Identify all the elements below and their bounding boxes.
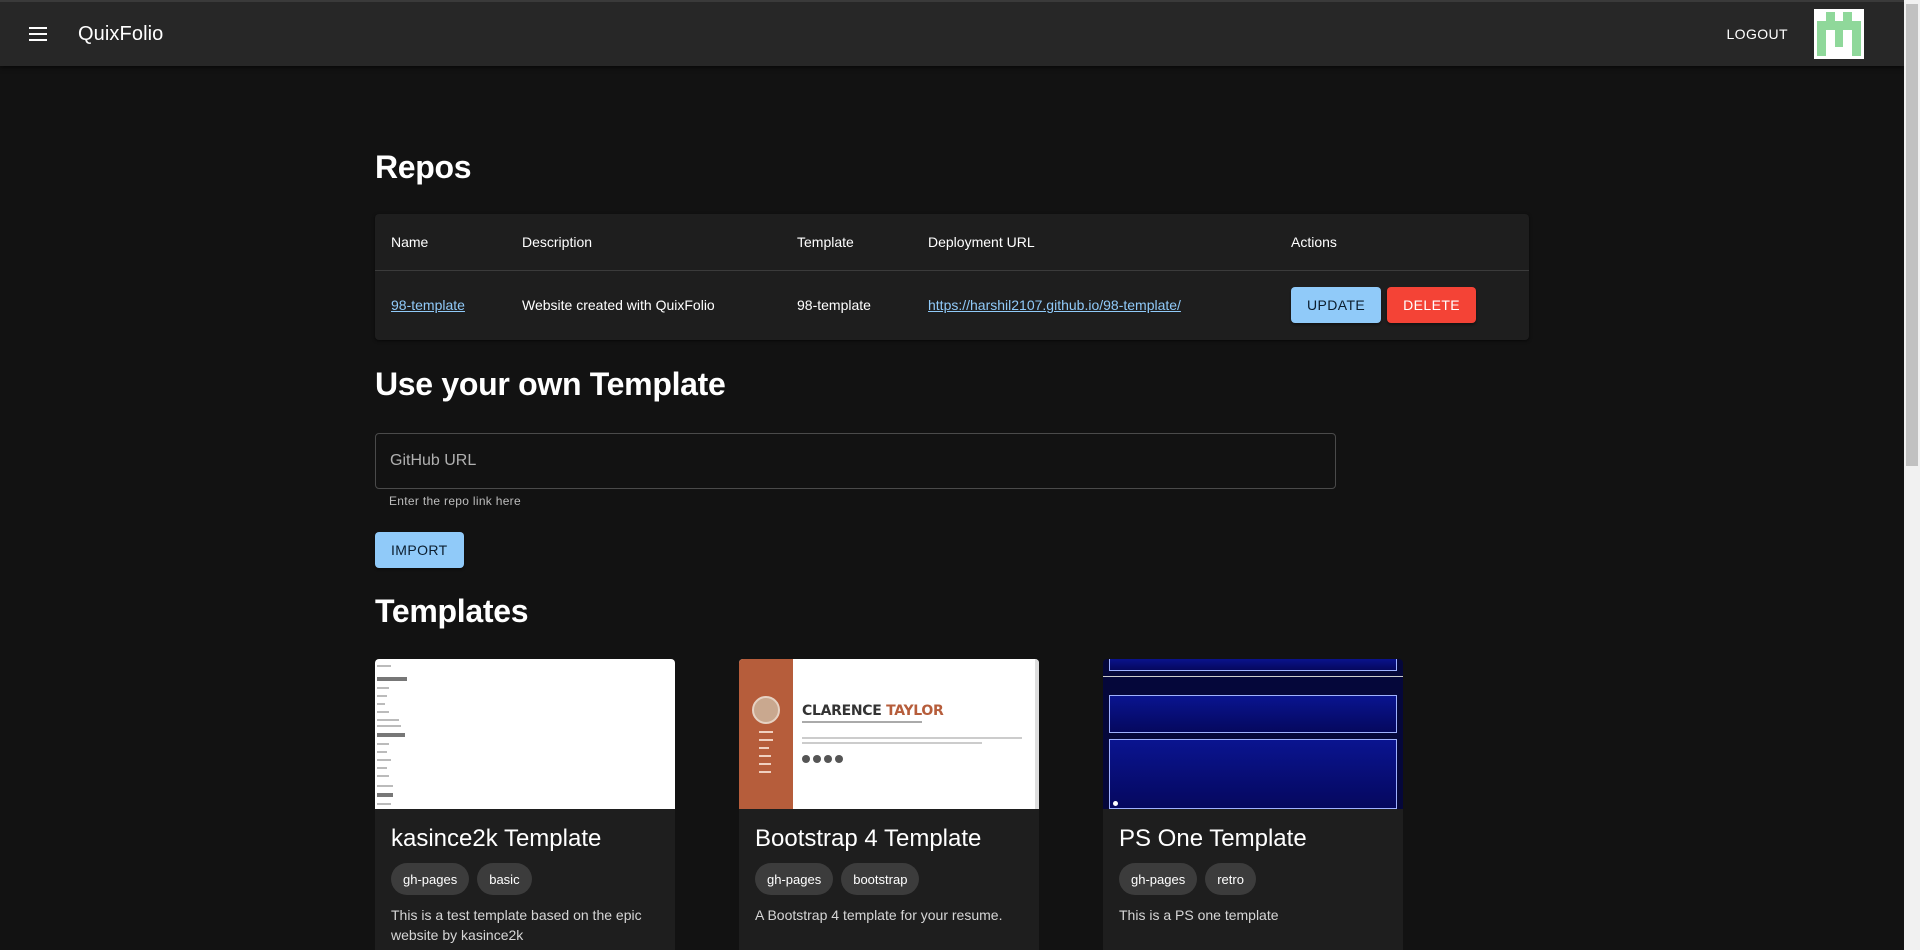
column-header-description: Description — [506, 214, 781, 271]
delete-button[interactable]: DELETE — [1387, 287, 1477, 324]
column-header-template: Template — [781, 214, 912, 271]
own-template-heading: Use your own Template — [375, 366, 726, 402]
import-button[interactable]: IMPORT — [375, 532, 464, 568]
update-button[interactable]: UPDATE — [1291, 287, 1382, 324]
template-card-ps-one[interactable]: PS One Template gh-pages retro This is a… — [1103, 659, 1403, 950]
templates-heading: Templates — [375, 593, 529, 629]
preview-name: CLARENCE TAYLOR — [802, 703, 944, 719]
template-card-kasince2k[interactable]: kasince2k Template gh-pages basic This i… — [375, 659, 675, 950]
deployment-url-link[interactable]: https://harshil2107.github.io/98-templat… — [928, 297, 1181, 313]
tag-chip[interactable]: gh-pages — [755, 863, 834, 895]
tag-chip[interactable]: gh-pages — [1119, 863, 1198, 895]
page-scrollbar[interactable] — [1904, 0, 1920, 950]
repo-template: 98-template — [797, 297, 871, 314]
template-description: This is a test template based on the epi… — [391, 907, 642, 943]
template-card-bootstrap4[interactable]: CLARENCE TAYLOR Bootstrap 4 Template gh-… — [739, 659, 1039, 950]
repo-name-link[interactable]: 98-template — [391, 297, 465, 313]
tag-chip[interactable]: bootstrap — [841, 863, 920, 895]
column-header-name: Name — [375, 214, 506, 271]
avatar[interactable] — [1814, 9, 1864, 59]
repos-table: Name Description Template Deployment URL… — [375, 214, 1529, 340]
repo-description: Website created with QuixFolio — [522, 297, 715, 314]
table-header-row: Name Description Template Deployment URL… — [375, 214, 1529, 271]
github-url-helper-text: Enter the repo link here — [389, 494, 521, 508]
tag-chip[interactable]: gh-pages — [391, 863, 470, 895]
tag-chip[interactable]: basic — [477, 863, 532, 895]
github-url-field[interactable] — [375, 433, 1336, 489]
table-row: 98-template Website created with QuixFol… — [375, 270, 1529, 340]
column-header-deployment-url: Deployment URL — [912, 214, 1275, 271]
menu-icon[interactable] — [26, 22, 50, 46]
app-bar: QuixFolio LOGOUT — [0, 0, 1904, 66]
template-preview-image — [1103, 659, 1403, 809]
tag-chip[interactable]: retro — [1205, 863, 1256, 895]
template-title: kasince2k Template — [391, 825, 602, 852]
template-description: A Bootstrap 4 template for your resume. — [755, 907, 1003, 923]
github-url-input[interactable] — [390, 452, 1321, 470]
logout-button[interactable]: LOGOUT — [1714, 18, 1800, 50]
repos-heading: Repos — [375, 149, 472, 185]
template-description: This is a PS one template — [1119, 907, 1279, 923]
app-title: QuixFolio — [78, 22, 164, 45]
template-cards: kasince2k Template gh-pages basic This i… — [375, 659, 1403, 950]
column-header-actions: Actions — [1275, 214, 1529, 271]
template-preview-image — [375, 659, 675, 809]
template-title: PS One Template — [1119, 825, 1307, 852]
template-preview-image: CLARENCE TAYLOR — [739, 659, 1039, 809]
template-title: Bootstrap 4 Template — [755, 825, 982, 852]
scrollbar-thumb[interactable] — [1906, 4, 1918, 466]
